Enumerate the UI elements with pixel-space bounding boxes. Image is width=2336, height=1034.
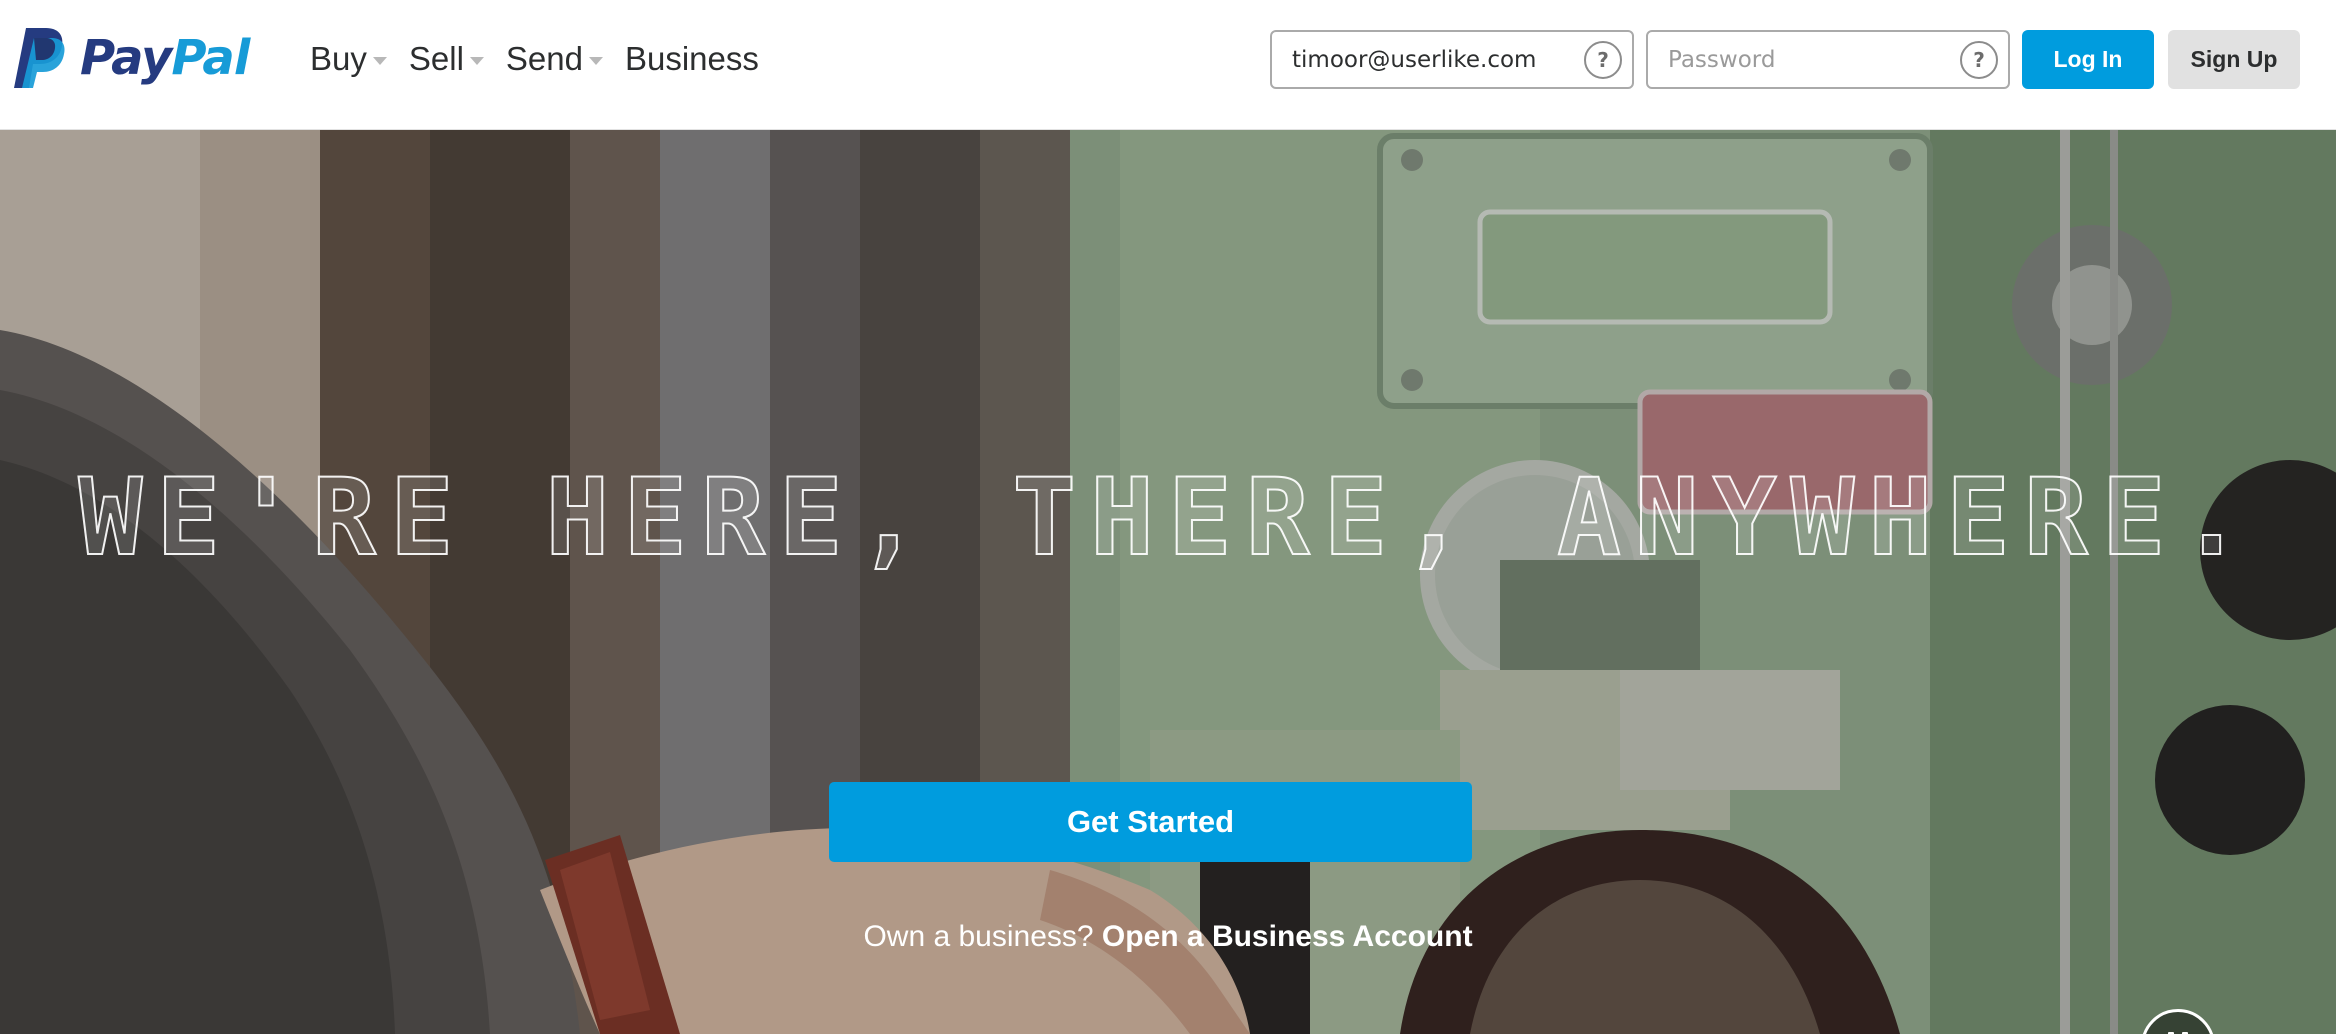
brand-name-pay: Pay — [80, 30, 172, 86]
signup-button[interactable]: Sign Up — [2168, 30, 2300, 89]
caret-down-icon — [588, 57, 603, 65]
business-prompt-line: Own a business? Open a Business Account — [0, 920, 2336, 954]
business-prompt-text: Own a business? — [863, 920, 1094, 953]
nav-item-send[interactable]: Send — [506, 40, 603, 78]
password-field[interactable] — [1648, 45, 1960, 74]
nav-item-label: Buy — [310, 40, 367, 77]
hero-overlay — [0, 130, 2336, 1034]
paypal-logo-icon — [14, 28, 65, 88]
email-help-icon[interactable]: ? — [1584, 40, 1622, 79]
paypal-logo[interactable]: PayPal — [12, 26, 250, 90]
password-help-icon[interactable]: ? — [1960, 40, 1998, 79]
brand-name-pal: Pal — [171, 30, 250, 86]
nav-item-label: Send — [505, 40, 583, 77]
login-button[interactable]: Log In — [2022, 30, 2154, 89]
email-field-wrapper: ? — [1270, 30, 1634, 89]
caret-down-icon — [372, 57, 387, 65]
site-header: PayPal Buy Sell Send Business ? ? Log In… — [0, 0, 2336, 130]
brand-wordmark: PayPal — [80, 34, 250, 82]
email-field[interactable] — [1272, 45, 1584, 74]
caret-down-icon — [469, 57, 484, 65]
nav-item-business[interactable]: Business — [625, 40, 759, 78]
open-business-account-link[interactable]: Open a Business Account — [1102, 920, 1473, 953]
nav-item-sell[interactable]: Sell — [409, 40, 484, 78]
password-field-wrapper: ? — [1646, 30, 2010, 89]
main-nav: Buy Sell Send Business — [310, 36, 781, 82]
hero-section: WE'RE HERE, THERE, ANYWHERE. Get Started… — [0, 130, 2336, 1034]
hero-headline: WE'RE HERE, THERE, ANYWHERE. — [78, 456, 2258, 579]
nav-item-label: Sell — [408, 40, 464, 77]
get-started-button[interactable]: Get Started — [829, 782, 1472, 862]
nav-item-buy[interactable]: Buy — [310, 40, 387, 78]
nav-item-label: Business — [624, 40, 759, 77]
